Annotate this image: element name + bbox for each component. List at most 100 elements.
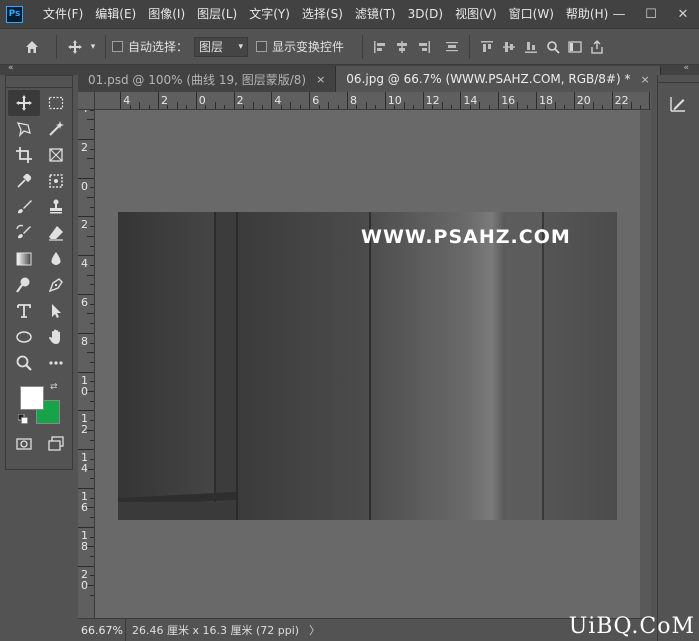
tab-01-psd[interactable]: 01.psd @ 100% (曲线 19, 图层蒙版/8) × <box>78 66 337 92</box>
show-transform-checkbox[interactable] <box>256 41 268 52</box>
align-bottom-icon[interactable] <box>520 36 542 58</box>
share-icon[interactable] <box>586 36 608 58</box>
marquee-tool-icon[interactable] <box>40 90 72 116</box>
ruler-label: 10 <box>387 94 402 107</box>
photoshop-logo-icon: Ps <box>6 5 23 23</box>
collapse-toolbox-icon[interactable]: « <box>8 63 14 73</box>
ruler-tool-icon[interactable] <box>40 168 72 194</box>
close-tab-icon[interactable]: × <box>316 73 325 86</box>
default-colors-icon[interactable] <box>18 414 28 424</box>
dodge-tool-icon[interactable] <box>8 272 40 298</box>
auto-select-dropdown[interactable]: 图层 ▾ <box>194 36 249 57</box>
ruler-minor-tick <box>87 429 94 431</box>
zoom-tool-icon[interactable] <box>8 350 40 376</box>
ruler-tick <box>309 92 311 109</box>
ruler-label: 20 <box>576 94 591 107</box>
frame-tool-icon[interactable] <box>40 142 72 168</box>
align-left-icon[interactable] <box>369 36 391 58</box>
panel-grip[interactable] <box>658 75 699 83</box>
ruler-origin[interactable] <box>78 92 95 110</box>
more-tools-icon[interactable] <box>40 350 72 376</box>
align-center-icon[interactable] <box>391 36 413 58</box>
ruler-label: 2 0 <box>81 567 88 592</box>
menu-view[interactable]: 视图(V) <box>449 0 503 28</box>
ruler-minor-tick <box>554 102 556 109</box>
ruler-tick <box>78 371 94 373</box>
wall-corner <box>491 212 505 520</box>
align-right-icon[interactable] <box>413 36 435 58</box>
menu-window[interactable]: 窗口(W) <box>503 0 560 28</box>
brush-tool-icon[interactable] <box>8 194 40 220</box>
crop-tool-icon[interactable] <box>8 142 40 168</box>
screen-mode-icon[interactable] <box>40 432 72 456</box>
eraser-tool-icon[interactable] <box>40 220 72 246</box>
menu-bar: Ps 文件(F) 编辑(E) 图像(I) 图层(L) 文字(Y) 选择(S) 滤… <box>0 0 699 28</box>
restore-button[interactable]: ☐ <box>635 0 667 28</box>
close-button[interactable]: ✕ <box>667 0 699 28</box>
menu-filter[interactable]: 滤镜(T) <box>349 0 402 28</box>
ruler-tick <box>271 92 273 109</box>
close-tab-icon[interactable]: × <box>640 73 649 86</box>
vertical-ruler[interactable]: 4 2 0 2 4 6 8 1 0 1 2 1 4 1 6 1 8 2 0 <box>78 110 95 618</box>
lasso-tool-icon[interactable] <box>8 116 40 142</box>
ruler-tick <box>78 526 94 528</box>
gradient-tool-icon[interactable] <box>8 246 40 272</box>
align-top-icon[interactable] <box>476 36 498 58</box>
ruler-minor-tick <box>139 102 141 109</box>
chevron-down-icon[interactable]: ▾ <box>87 35 99 59</box>
ruler-tick <box>78 332 94 334</box>
blur-tool-icon[interactable] <box>40 246 72 272</box>
magic-wand-tool-icon[interactable] <box>40 116 72 142</box>
auto-select-checkbox[interactable] <box>112 41 123 52</box>
move-tool-preset-icon[interactable] <box>63 35 87 59</box>
type-tool-icon[interactable] <box>8 298 40 324</box>
menu-type[interactable]: 文字(Y) <box>243 0 296 28</box>
minimize-button[interactable]: — <box>603 0 635 28</box>
ruler-tick <box>120 92 122 109</box>
search-icon[interactable] <box>542 36 564 58</box>
quick-mask-icon[interactable] <box>8 432 40 456</box>
ruler-minor-tick <box>290 102 292 109</box>
wall-panel <box>216 212 236 520</box>
menu-edit[interactable]: 编辑(E) <box>89 0 142 28</box>
move-tool-icon[interactable] <box>8 90 40 116</box>
ruler-minor-tick <box>517 102 519 109</box>
ruler-tick <box>78 410 94 412</box>
workspace-icon[interactable] <box>564 36 586 58</box>
home-icon[interactable] <box>20 35 44 59</box>
status-menu-icon[interactable]: 〉 <box>309 622 320 638</box>
toolbox-grip[interactable] <box>6 76 72 88</box>
align-middle-icon[interactable] <box>498 36 520 58</box>
menu-select[interactable]: 选择(S) <box>296 0 349 28</box>
ruler-minor-tick <box>87 235 94 237</box>
pasteboard-shade <box>640 110 651 618</box>
tab-06-jpg[interactable]: 06.jpg @ 66.7% (WWW.PSAHZ.COM, RGB/8#) *… <box>336 66 661 92</box>
wall-panel <box>505 212 542 520</box>
hand-tool-icon[interactable] <box>40 324 72 350</box>
ruler-tick <box>78 216 94 218</box>
document-image[interactable]: WWW.PSAHZ.COM <box>118 212 617 520</box>
path-selection-tool-icon[interactable] <box>40 298 72 324</box>
pen-tool-icon[interactable] <box>40 272 72 298</box>
collapse-panels-icon[interactable]: « <box>683 63 689 73</box>
options-separator <box>105 34 106 59</box>
stamp-tool-icon[interactable] <box>40 194 72 220</box>
swap-colors-icon[interactable]: ⇄ <box>50 382 58 392</box>
ruler-tick <box>78 449 94 451</box>
ruler-label: 4 <box>81 257 88 271</box>
ruler-tick <box>78 488 94 489</box>
distribute-vertical-icon[interactable] <box>441 36 463 58</box>
menu-layer[interactable]: 图层(L) <box>191 0 243 28</box>
foreground-color-swatch[interactable] <box>20 386 44 410</box>
properties-panel-icon[interactable] <box>660 89 696 119</box>
menu-file[interactable]: 文件(F) <box>37 0 89 28</box>
zoom-level[interactable]: 66.67% <box>78 618 126 641</box>
menu-3d[interactable]: 3D(D) <box>402 0 449 28</box>
ruler-tick <box>649 92 651 109</box>
ruler-minor-tick <box>630 102 632 109</box>
menu-image[interactable]: 图像(I) <box>142 0 191 28</box>
ellipse-tool-icon[interactable] <box>8 324 40 350</box>
horizontal-ruler[interactable]: 42024681012141618202224 <box>95 92 651 110</box>
eyedropper-tool-icon[interactable] <box>8 168 40 194</box>
history-brush-tool-icon[interactable] <box>8 220 40 246</box>
